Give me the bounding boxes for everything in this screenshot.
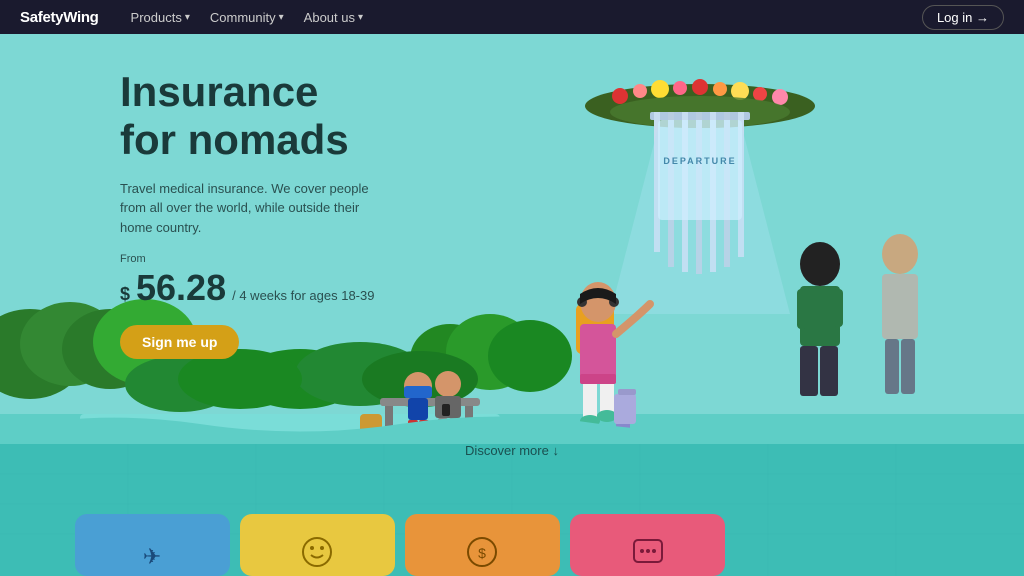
brand-logo[interactable]: SafetyWing xyxy=(20,9,99,26)
price-period: / 4 weeks for ages 18-39 xyxy=(232,288,374,303)
hero-subtitle: Travel medical insurance. We cover peopl… xyxy=(120,179,390,238)
nav-about[interactable]: About us ▾ xyxy=(296,6,371,29)
svg-text:$: $ xyxy=(478,545,486,561)
sign-me-up-button[interactable]: Sign me up xyxy=(120,325,239,359)
nav-products[interactable]: Products ▾ xyxy=(123,6,198,29)
price-symbol: $ xyxy=(120,284,130,305)
price-row: $ 56.28 / 4 weeks for ages 18-39 xyxy=(120,267,390,309)
nav-links: Products ▾ Community ▾ About us ▾ xyxy=(123,6,898,29)
price-from-label: From xyxy=(120,253,390,265)
hero-title: Insurance for nomads xyxy=(120,68,390,165)
discover-more-link[interactable]: Discover more ↓ xyxy=(465,443,559,458)
svg-text:✈: ✈ xyxy=(143,544,161,569)
navbar: SafetyWing Products ▾ Community ▾ About … xyxy=(0,0,1024,34)
chevron-down-icon: ▾ xyxy=(358,12,363,23)
hero-content: Insurance for nomads Travel medical insu… xyxy=(120,68,390,359)
nav-community[interactable]: Community ▾ xyxy=(202,6,292,29)
chevron-down-icon: ▾ xyxy=(279,12,284,23)
chevron-down-icon: ▾ xyxy=(185,12,190,23)
hero-section: DEPARTURE xyxy=(0,0,1024,576)
price-amount: 56.28 xyxy=(136,267,226,309)
login-button[interactable]: Log in → xyxy=(922,5,1004,30)
svg-text:DEPARTURE: DEPARTURE xyxy=(663,156,736,166)
